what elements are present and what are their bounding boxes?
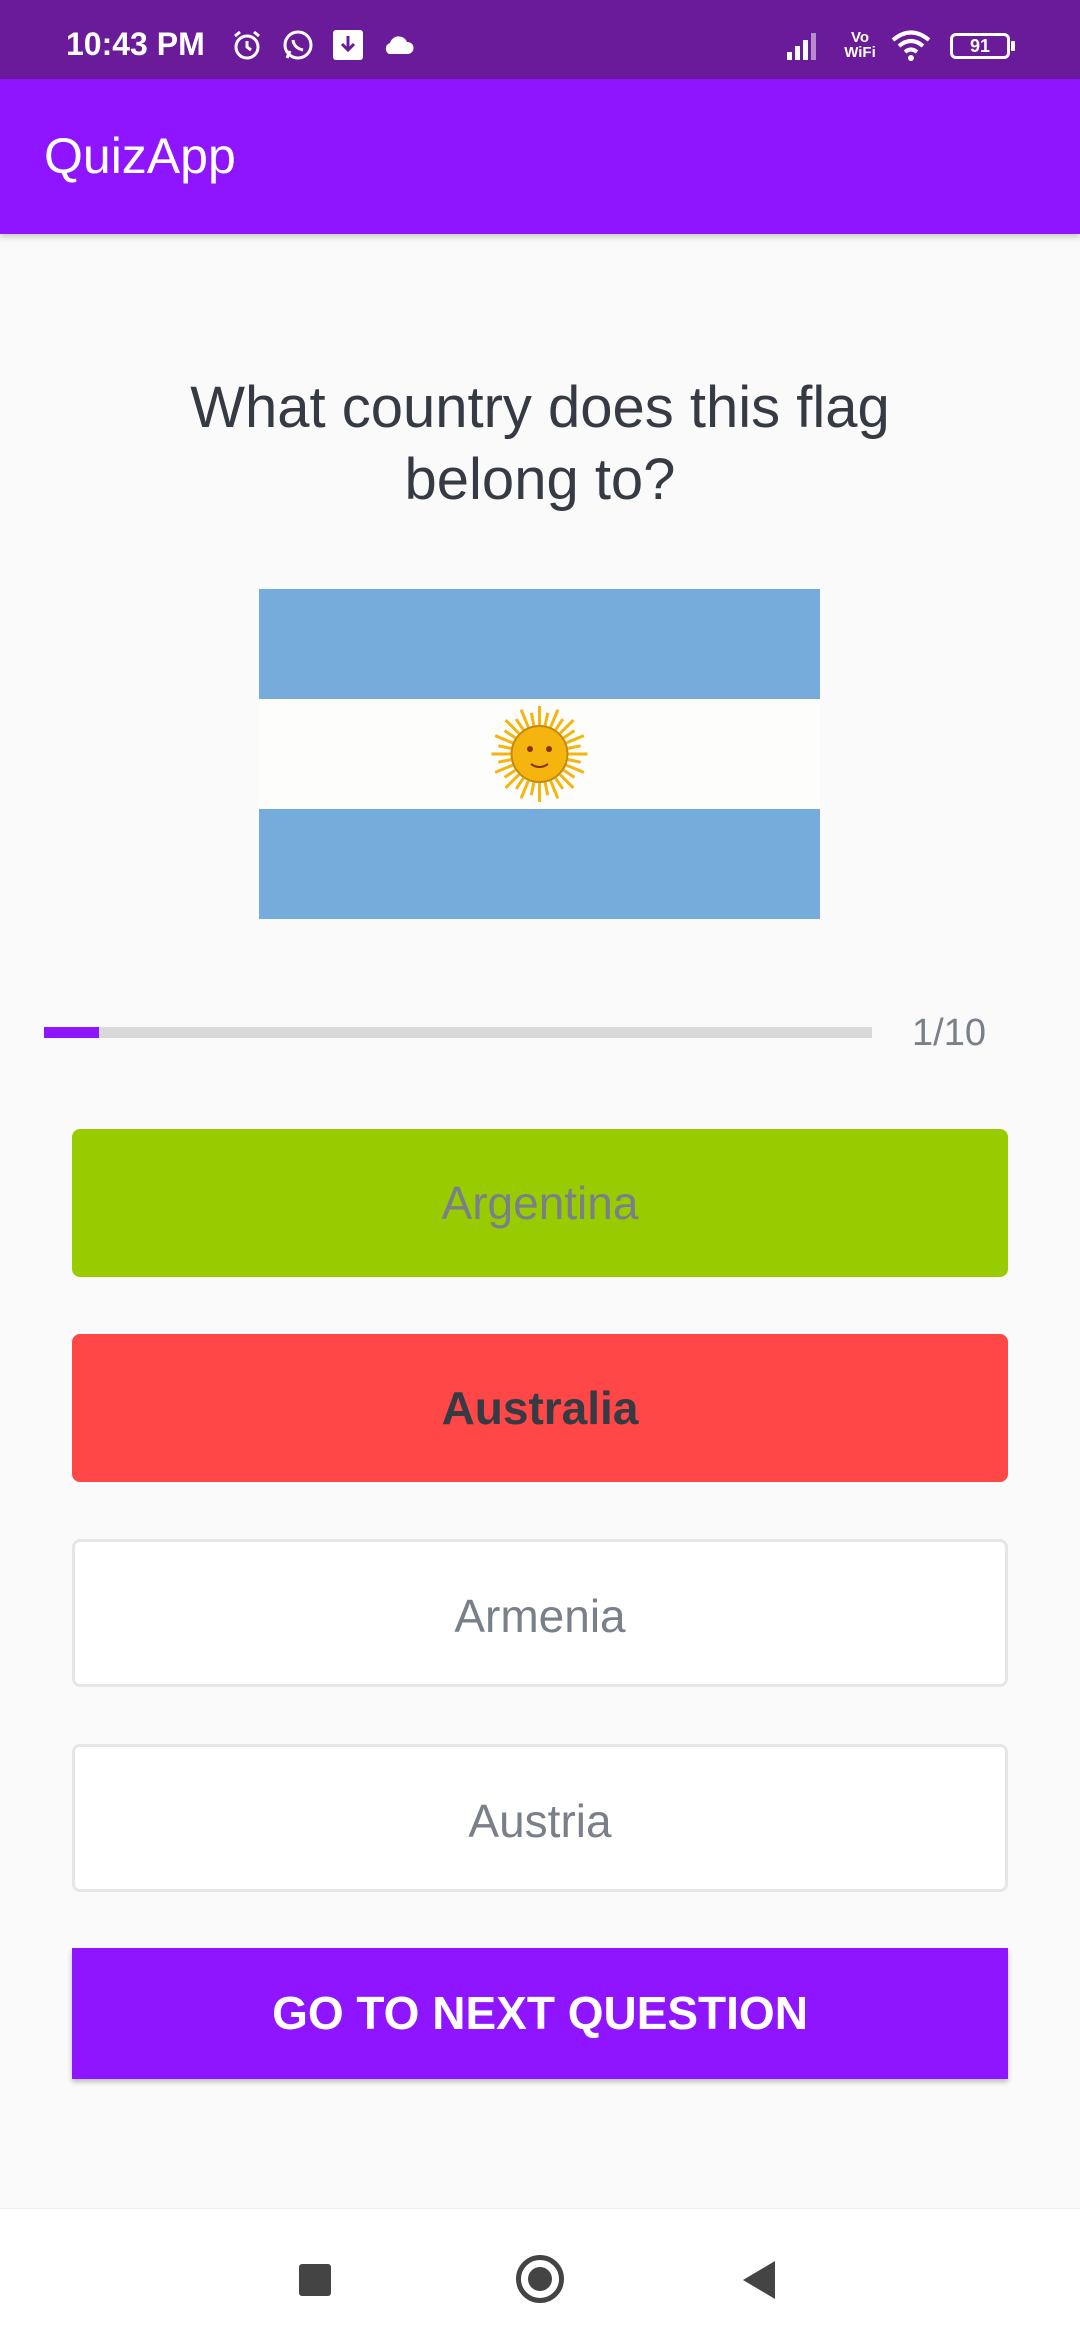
home-icon[interactable] [516,2255,564,2303]
sun-of-may-icon [491,706,588,802]
question-text: What country does this flag belong to? [190,375,890,512]
app-bar: QuizApp [0,79,1080,234]
progress-text: 1/10 [912,1012,986,1054]
recents-icon[interactable] [299,2264,331,2296]
battery-icon: 91 [950,33,1015,59]
navigation-bar [0,2208,1080,2341]
download-icon [333,30,363,60]
option-armenia[interactable]: Armenia [72,1539,1008,1687]
vowifi-icon: Vo WiFi [840,30,880,60]
vowifi-label-top: Vo [850,29,870,46]
whatsapp-icon [283,30,313,60]
option-argentina[interactable]: Argentina [72,1129,1008,1277]
signal-icon [787,33,816,60]
option-australia[interactable]: Australia [72,1334,1008,1482]
option-austria[interactable]: Austria [72,1744,1008,1892]
progress-bar [44,1027,872,1038]
status-time: 10:43 PM [66,26,205,62]
next-question-button[interactable]: GO TO NEXT QUESTION [72,1948,1008,2079]
status-bar: 10:43 PM Vo WiFi 91 [0,0,1080,79]
vowifi-label-bottom: WiFi [844,44,876,61]
app-title: QuizApp [44,128,236,184]
cloud-icon [385,36,414,54]
argentina-flag-icon [259,589,820,919]
alarm-icon [234,30,260,60]
wifi-icon [891,30,931,61]
progress-bar-fill [44,1027,99,1038]
back-icon[interactable] [743,2261,775,2299]
